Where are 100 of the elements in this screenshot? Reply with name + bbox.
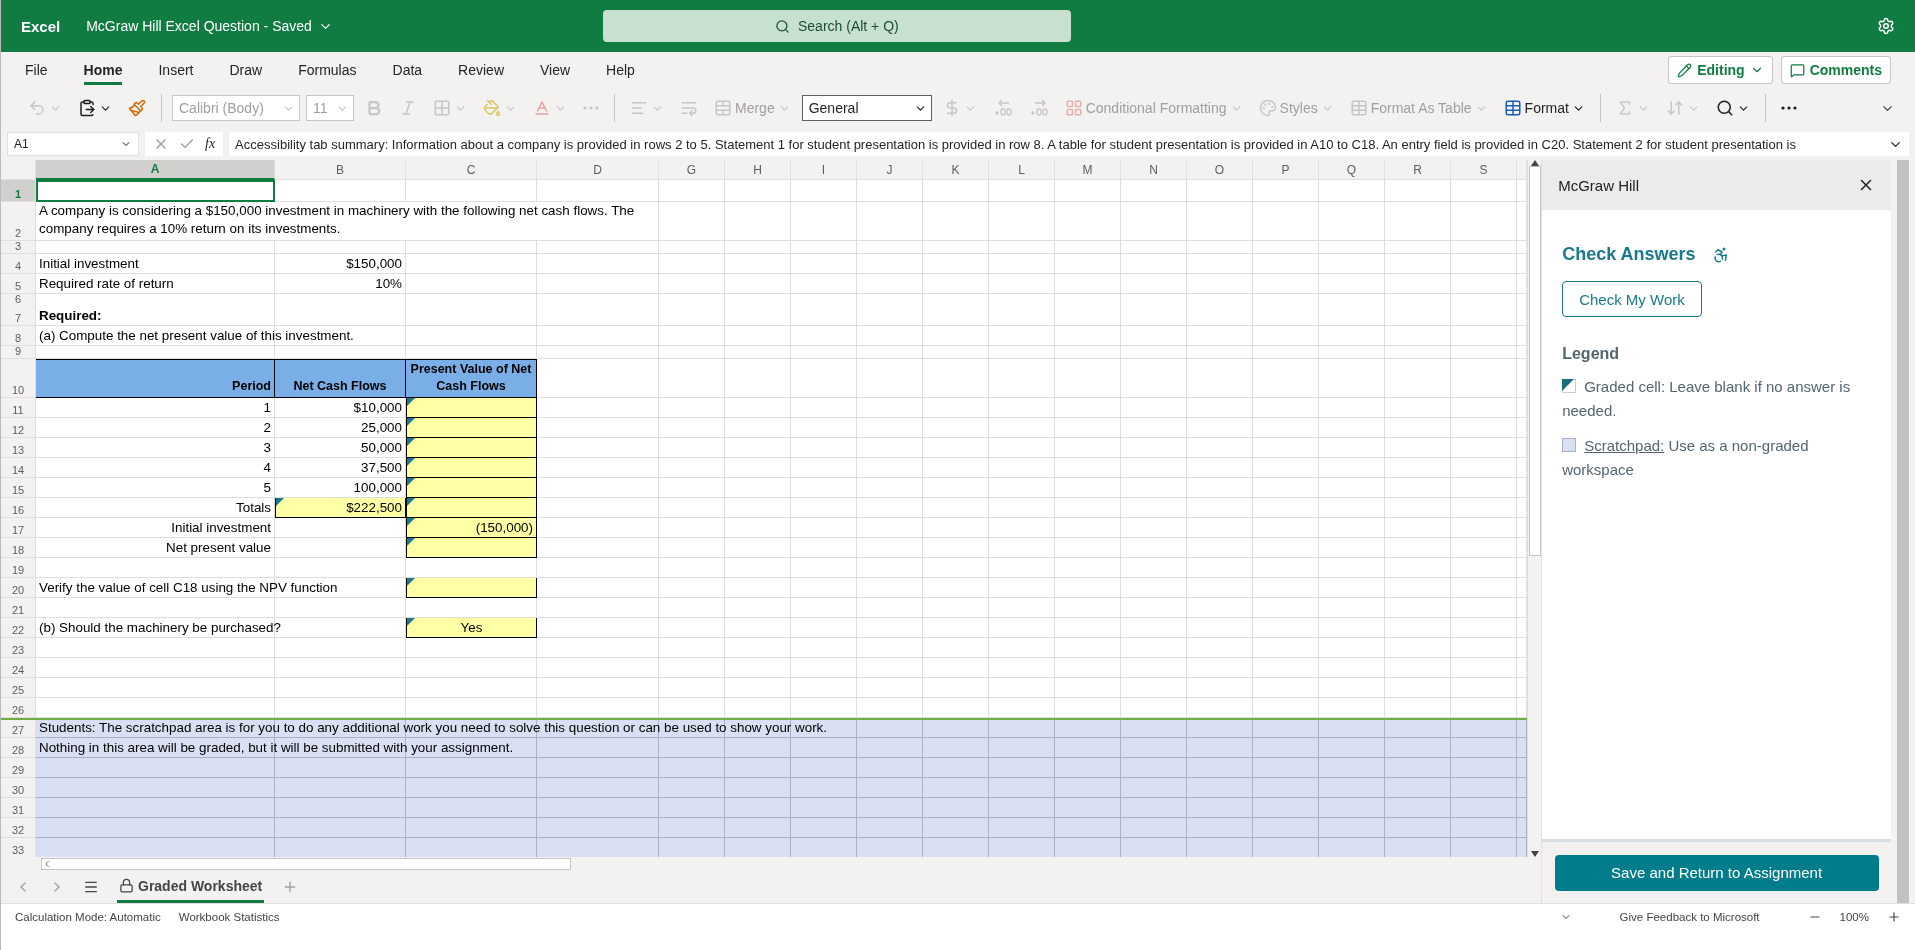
number-format-field[interactable]: General: [801, 95, 932, 121]
row-header[interactable]: 5: [1, 274, 36, 294]
row-header[interactable]: 1: [1, 180, 36, 202]
document-title[interactable]: McGraw Hill Excel Question - Saved: [86, 18, 333, 34]
scrollbar-thumb[interactable]: [41, 858, 571, 870]
column-header[interactable]: C: [406, 160, 537, 180]
active-cell[interactable]: [36, 180, 275, 202]
answer-cell[interactable]: Yes: [406, 618, 537, 638]
vertical-scrollbar[interactable]: [1527, 160, 1542, 857]
horizontal-scrollbar[interactable]: [1, 857, 1542, 871]
row-header[interactable]: 2: [1, 202, 36, 241]
accessibility-icon[interactable]: [1711, 245, 1730, 264]
row-header[interactable]: 33: [1, 838, 36, 857]
formula-field[interactable]: Accessibility tab summary: Information about a company is provided in rows 2 to 5. Statement 1 for student presentation is provided in row 8. A table for student presentation is provided in A10 to C18. An entry field is provided in C20. Statement 2 for student presentation is: [229, 132, 1909, 156]
column-header[interactable]: K: [923, 160, 989, 180]
answer-cell[interactable]: [406, 418, 537, 438]
scrollbar-thumb[interactable]: [1528, 166, 1541, 556]
scratchpad-link[interactable]: Scratchpad:: [1584, 437, 1665, 454]
scroll-left-icon[interactable]: [42, 859, 52, 869]
column-header[interactable]: G: [659, 160, 725, 180]
zoom-level[interactable]: 100%: [1839, 910, 1869, 923]
page-scrollbar[interactable]: [1897, 160, 1909, 903]
row-header[interactable]: 14: [1, 458, 36, 478]
more-icon: [583, 106, 599, 110]
menu-tab[interactable]: View: [540, 55, 571, 85]
zoom-in-icon[interactable]: [1887, 909, 1901, 924]
column-header[interactable]: R: [1385, 160, 1451, 180]
row-header[interactable]: 21: [1, 598, 36, 618]
check-my-work-button[interactable]: Check My Work: [1562, 281, 1702, 317]
row-header[interactable]: 32: [1, 818, 36, 838]
menu-tab[interactable]: Draw: [229, 55, 263, 85]
comments-button[interactable]: Comments: [1780, 56, 1891, 84]
column-header[interactable]: D: [537, 160, 659, 180]
row-header[interactable]: 20: [1, 578, 36, 598]
row-header[interactable]: 16: [1, 498, 36, 518]
answer-cell[interactable]: [406, 498, 537, 518]
row-header[interactable]: 27: [1, 720, 36, 738]
answer-cell[interactable]: [406, 538, 537, 558]
row-header[interactable]: 24: [1, 658, 36, 678]
insert-function-button[interactable]: fx: [205, 136, 216, 152]
cell-text: 25,000: [361, 420, 402, 435]
row-header[interactable]: 13: [1, 438, 36, 458]
column-header[interactable]: J: [857, 160, 923, 180]
answer-cell[interactable]: (150,000): [406, 518, 537, 538]
row-header[interactable]: 3: [1, 241, 36, 254]
row-header[interactable]: 26: [1, 698, 36, 718]
row-header[interactable]: 12: [1, 418, 36, 438]
column-header[interactable]: A: [36, 160, 275, 180]
menu-tab[interactable]: Review: [458, 55, 504, 85]
row-header[interactable]: 8: [1, 326, 36, 346]
column-header[interactable]: H: [725, 160, 791, 180]
row-header[interactable]: 10: [1, 359, 36, 398]
column-header[interactable]: P: [1253, 160, 1319, 180]
menu-tab[interactable]: Formulas: [298, 55, 357, 85]
column-header[interactable]: Q: [1319, 160, 1385, 180]
row-header[interactable]: 19: [1, 558, 36, 578]
row-header[interactable]: 9: [1, 346, 36, 359]
column-header[interactable]: I: [791, 160, 857, 180]
row-header[interactable]: 7: [1, 306, 36, 326]
answer-cell[interactable]: [406, 578, 537, 598]
row-header[interactable]: 22: [1, 618, 36, 638]
status-text[interactable]: Workbook Statistics: [178, 910, 280, 923]
status-text[interactable]: Calculation Mode: Automatic: [15, 910, 161, 923]
menu-tab[interactable]: Insert: [158, 55, 194, 85]
format-button[interactable]: Format: [1498, 93, 1590, 123]
name-box[interactable]: A1: [7, 132, 139, 156]
save-and-return-button[interactable]: Save and Return to Assignment: [1554, 854, 1879, 891]
answer-cell[interactable]: [406, 438, 537, 458]
row-header[interactable]: 30: [1, 778, 36, 798]
row-header[interactable]: 15: [1, 478, 36, 498]
menu-tab[interactable]: Help: [606, 55, 635, 85]
column-header[interactable]: B: [275, 160, 406, 180]
cell-text: 100,000: [353, 480, 402, 495]
cell-text: (a) Compute the net present value of this investment.: [39, 328, 354, 343]
answer-cell[interactable]: [406, 458, 537, 478]
row-header[interactable]: 29: [1, 758, 36, 778]
row-header[interactable]: 23: [1, 638, 36, 658]
column-header[interactable]: N: [1121, 160, 1187, 180]
menu-tab[interactable]: Home: [83, 55, 123, 85]
menu-tab[interactable]: Data: [392, 55, 423, 85]
row-header[interactable]: 25: [1, 678, 36, 698]
row-header[interactable]: 31: [1, 798, 36, 818]
answer-cell[interactable]: $222,500: [275, 498, 406, 518]
row-header[interactable]: 11: [1, 398, 36, 418]
row-header[interactable]: 28: [1, 738, 36, 758]
menu-icon[interactable]: [83, 879, 99, 895]
column-header[interactable]: S: [1451, 160, 1517, 180]
menu-tab[interactable]: File: [25, 55, 48, 85]
row-header[interactable]: 18: [1, 538, 36, 558]
answer-cell[interactable]: [406, 478, 537, 498]
search-field[interactable]: Search (Alt + Q): [602, 10, 1071, 42]
column-header[interactable]: O: [1187, 160, 1253, 180]
column-header[interactable]: L: [989, 160, 1055, 180]
editing-button[interactable]: Editing: [1668, 56, 1773, 84]
feedback-link[interactable]: Give Feedback to Microsoft: [1619, 910, 1760, 923]
column-header[interactable]: M: [1055, 160, 1121, 180]
settings-icon[interactable]: [1877, 17, 1895, 35]
answer-cell[interactable]: [406, 398, 537, 418]
row-header[interactable]: 4: [1, 254, 36, 274]
row-header[interactable]: 17: [1, 518, 36, 538]
